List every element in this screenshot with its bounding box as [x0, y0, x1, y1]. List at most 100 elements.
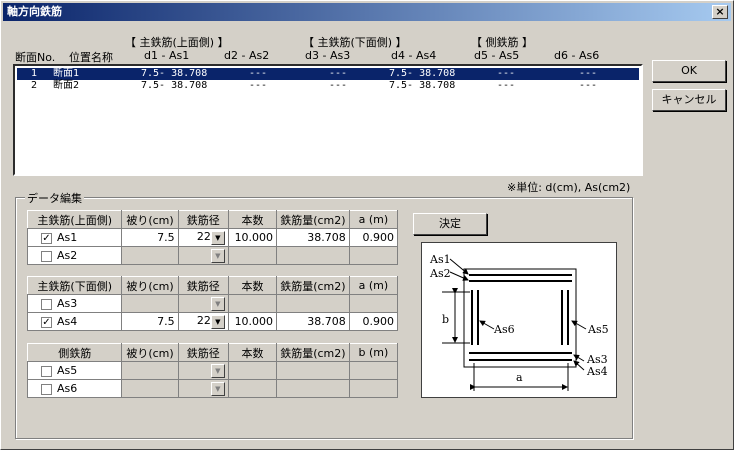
label-as6: As6 [493, 323, 515, 336]
as3-checkbox[interactable] [41, 298, 52, 310]
as5-b-cell [348, 361, 399, 380]
as6-row-label[interactable]: As6 [26, 379, 123, 398]
as4-dia-select[interactable]: 22 ▼ [177, 312, 229, 331]
list-item-c3: --- [329, 80, 348, 91]
cancel-button[interactable]: キャンセル [652, 89, 726, 111]
label-a: a [516, 371, 523, 384]
as2-checkbox[interactable] [41, 250, 52, 262]
as4-row-label[interactable]: ✓ As4 [26, 312, 123, 331]
dialog-window: 軸方向鉄筋 × 【 主鉄筋(上面側) 】 【 主鉄筋(下面側) 】 【 側鉄筋 … [0, 0, 734, 450]
bottom-rebar-table: 主鉄筋(下面側) 被り(cm) 鉄筋径 本数 鉄筋量(cm2) a (m) As… [26, 276, 399, 331]
rebar-diagram: As1 As2 As5 As6 As3 As4 a b [421, 242, 617, 398]
list-item[interactable]: 1 断面1 7.5- 38.708 --- --- 7.5- 38.708 --… [17, 68, 639, 80]
as2-a-cell [348, 246, 399, 265]
as5-row-label[interactable]: As5 [26, 361, 123, 380]
as5-checkbox[interactable] [41, 365, 52, 377]
col-header: a (m) [348, 210, 399, 229]
as3-area-cell [276, 294, 350, 313]
rebar-diagram-svg: As1 As2 As5 As6 As3 As4 a b [429, 253, 609, 391]
as6-area-cell [276, 379, 350, 398]
col-header: 鉄筋量(cm2) [276, 343, 350, 362]
col-header: 鉄筋量(cm2) [276, 210, 350, 229]
decide-button[interactable]: 決定 [413, 213, 487, 235]
as6-dia-select: ▼ [177, 379, 229, 398]
as4-count-cell[interactable]: 10.000 [227, 312, 278, 331]
col-header: 主鉄筋(下面側) [26, 276, 123, 295]
as2-row-label[interactable]: As2 [26, 246, 123, 265]
as1-cover-cell[interactable]: 7.5 [121, 228, 179, 247]
as6-checkbox[interactable] [41, 383, 52, 395]
col-header: 鉄筋径 [177, 210, 229, 229]
col-header: 鉄筋径 [177, 276, 229, 295]
header-position-name: 位置名称 [69, 51, 113, 64]
col-header: 本数 [227, 210, 278, 229]
as4-label: As4 [57, 315, 78, 328]
as1-label: As1 [57, 231, 78, 244]
as4-cover-cell[interactable]: 7.5 [121, 312, 179, 331]
label-b: b [442, 313, 449, 326]
as4-a-cell[interactable]: 0.900 [348, 312, 399, 331]
as4-dia-value: 22 [196, 314, 211, 327]
as1-count-cell[interactable]: 10.000 [227, 228, 278, 247]
as1-a-cell[interactable]: 0.900 [348, 228, 399, 247]
header-col1: d1 - As1 [144, 49, 190, 62]
label-as5: As5 [587, 323, 609, 336]
header-col3: d3 - As3 [305, 49, 351, 62]
list-item-c4: 7.5- 38.708 [389, 80, 456, 91]
chevron-down-icon[interactable]: ▼ [210, 315, 225, 329]
list-item-c2: --- [249, 68, 268, 79]
as1-row-label[interactable]: ✓ As1 [26, 228, 123, 247]
col-header: 鉄筋径 [177, 343, 229, 362]
chevron-down-icon: ▼ [210, 382, 225, 396]
edit-group-title: データ編集 [25, 190, 84, 206]
as3-count-cell [227, 294, 278, 313]
list-item-c1: 7.5- 38.708 [141, 80, 208, 91]
chevron-down-icon: ▼ [210, 249, 225, 263]
as5-cover-cell [121, 361, 179, 380]
list-item-c5: --- [497, 80, 516, 91]
list-item-c5: --- [497, 68, 516, 79]
as1-area-cell[interactable]: 38.708 [276, 228, 350, 247]
header-col5: d5 - As5 [474, 49, 520, 62]
list-item-name: 断面2 [53, 80, 80, 91]
label-as4: As4 [586, 365, 608, 378]
as3-dia-select: ▼ [177, 294, 229, 313]
as2-count-cell [227, 246, 278, 265]
as4-checkbox[interactable]: ✓ [41, 316, 52, 328]
list-item-name: 断面1 [53, 68, 80, 79]
label-as2: As2 [429, 267, 451, 280]
as5-count-cell [227, 361, 278, 380]
chevron-down-icon: ▼ [210, 364, 225, 378]
list-item-c4: 7.5- 38.708 [389, 68, 456, 79]
section-listbox[interactable]: 1 断面1 7.5- 38.708 --- --- 7.5- 38.708 --… [13, 64, 643, 176]
col-header: a (m) [348, 276, 399, 295]
as1-dia-select[interactable]: 22 ▼ [177, 228, 229, 247]
side-rebar-table: 側鉄筋 被り(cm) 鉄筋径 本数 鉄筋量(cm2) b (m) As5 ▼ A… [26, 343, 399, 398]
col-header: b (m) [348, 343, 399, 362]
header-group-bottom: 【 主鉄筋(下面側) 】 [303, 36, 407, 49]
as3-row-label[interactable]: As3 [26, 294, 123, 313]
window-title: 軸方向鉄筋 [7, 5, 62, 18]
col-header: 本数 [227, 343, 278, 362]
list-item-c2: --- [249, 80, 268, 91]
as2-area-cell [276, 246, 350, 265]
header-section-no: 断面No. [15, 51, 56, 64]
as6-cover-cell [121, 379, 179, 398]
as1-dia-value: 22 [196, 230, 211, 243]
as6-count-cell [227, 379, 278, 398]
close-button[interactable]: × [712, 5, 728, 19]
as1-checkbox[interactable]: ✓ [41, 232, 52, 244]
col-header: 本数 [227, 276, 278, 295]
title-bar: 軸方向鉄筋 × [3, 3, 731, 21]
ok-button[interactable]: OK [652, 60, 726, 82]
unit-note: ※単位: d(cm), As(cm2) [507, 181, 631, 194]
list-item-c3: --- [329, 68, 348, 79]
as5-label: As5 [57, 364, 78, 377]
header-col6: d6 - As6 [554, 49, 600, 62]
col-header: 鉄筋量(cm2) [276, 276, 350, 295]
as4-area-cell[interactable]: 38.708 [276, 312, 350, 331]
chevron-down-icon[interactable]: ▼ [210, 231, 225, 245]
list-item[interactable]: 2 断面2 7.5- 38.708 --- --- 7.5- 38.708 --… [17, 80, 639, 92]
as6-b-cell [348, 379, 399, 398]
col-header: 被り(cm) [121, 343, 179, 362]
